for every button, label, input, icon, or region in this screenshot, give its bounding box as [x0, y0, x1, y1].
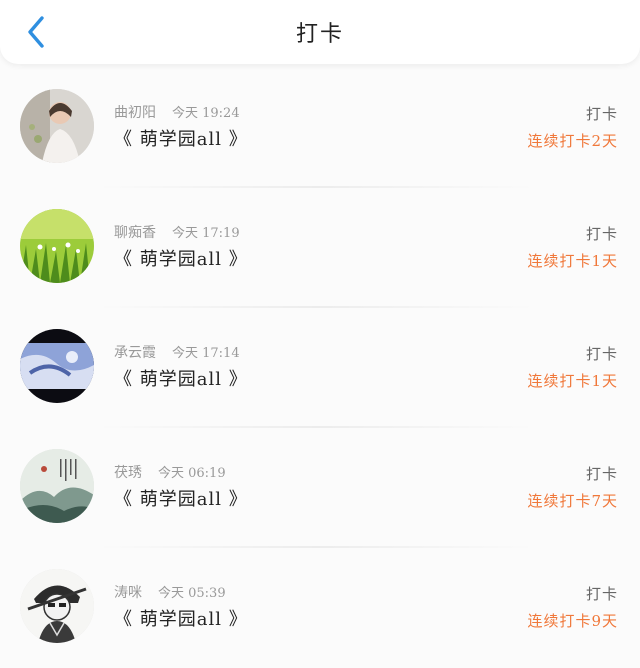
user-name[interactable]: 聊痴香	[114, 225, 156, 241]
user-name[interactable]: 承云霞	[114, 345, 156, 361]
top-bar: 打卡	[0, 0, 640, 64]
checkin-type-label: 打卡	[585, 465, 618, 483]
checkin-type-label: 打卡	[585, 585, 618, 603]
user-name[interactable]: 茯琇	[114, 465, 142, 481]
book-title[interactable]: 《 萌学园all 》	[114, 125, 248, 151]
avatar[interactable]	[20, 89, 94, 163]
list-item[interactable]: 聊痴香 今天 17:19 《 萌学园all 》 打卡 连续打卡1天	[0, 188, 640, 308]
checkin-time: 今天 17:19	[172, 226, 240, 241]
streak-label: 连续打卡2天	[527, 132, 618, 150]
checkin-type-label: 打卡	[585, 225, 618, 243]
book-title[interactable]: 《 萌学园all 》	[114, 245, 248, 271]
list-item[interactable]: 茯琇 今天 06:19 《 萌学园all 》 打卡 连续打卡7天	[0, 428, 640, 548]
checkin-time: 今天 05:39	[158, 586, 226, 601]
page-title: 打卡	[295, 22, 344, 47]
streak-label: 连续打卡1天	[527, 372, 618, 390]
user-name[interactable]: 涛咪	[114, 585, 142, 601]
streak-label: 连续打卡7天	[527, 492, 618, 510]
avatar[interactable]	[20, 329, 94, 403]
user-name[interactable]: 曲初阳	[114, 105, 156, 121]
book-title[interactable]: 《 萌学园all 》	[114, 605, 248, 631]
checkin-type-label: 打卡	[585, 105, 618, 123]
book-title[interactable]: 《 萌学园all 》	[114, 365, 248, 391]
streak-label: 连续打卡1天	[527, 252, 618, 270]
avatar[interactable]	[20, 569, 94, 643]
list-item[interactable]: 涛咪 今天 05:39 《 萌学园all 》 打卡 连续打卡9天	[0, 548, 640, 668]
checkin-list: 曲初阳 今天 19:24 《 萌学园all 》 打卡 连续打卡2天 聊痴香 今天 1…	[0, 68, 640, 668]
list-item[interactable]: 曲初阳 今天 19:24 《 萌学园all 》 打卡 连续打卡2天	[0, 68, 640, 188]
avatar[interactable]	[20, 209, 94, 283]
checkin-time: 今天 17:14	[172, 346, 240, 361]
list-item[interactable]: 承云霞 今天 17:14 《 萌学园all 》 打卡 连续打卡1天	[0, 308, 640, 428]
checkin-time: 今天 19:24	[172, 106, 240, 121]
avatar[interactable]	[20, 449, 94, 523]
streak-label: 连续打卡9天	[527, 612, 618, 630]
book-title[interactable]: 《 萌学园all 》	[114, 485, 248, 511]
checkin-time: 今天 06:19	[158, 466, 226, 481]
checkin-type-label: 打卡	[585, 345, 618, 363]
